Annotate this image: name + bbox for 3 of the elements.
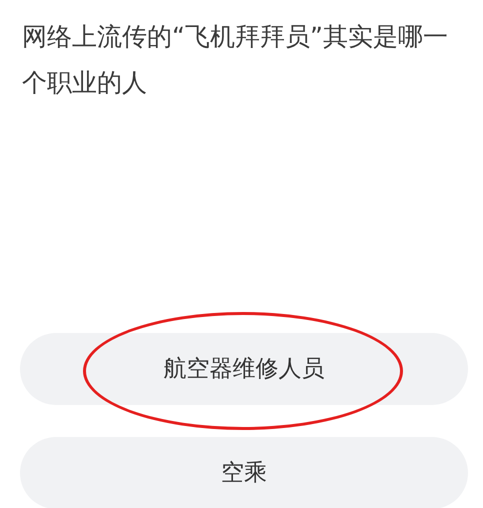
- answer-option[interactable]: 空乘: [20, 437, 468, 508]
- question-text: 网络上流传的“飞机拜拜员”其实是哪一个职业的人: [21, 21, 449, 99]
- answer-option[interactable]: 航空器维修人员: [20, 333, 468, 405]
